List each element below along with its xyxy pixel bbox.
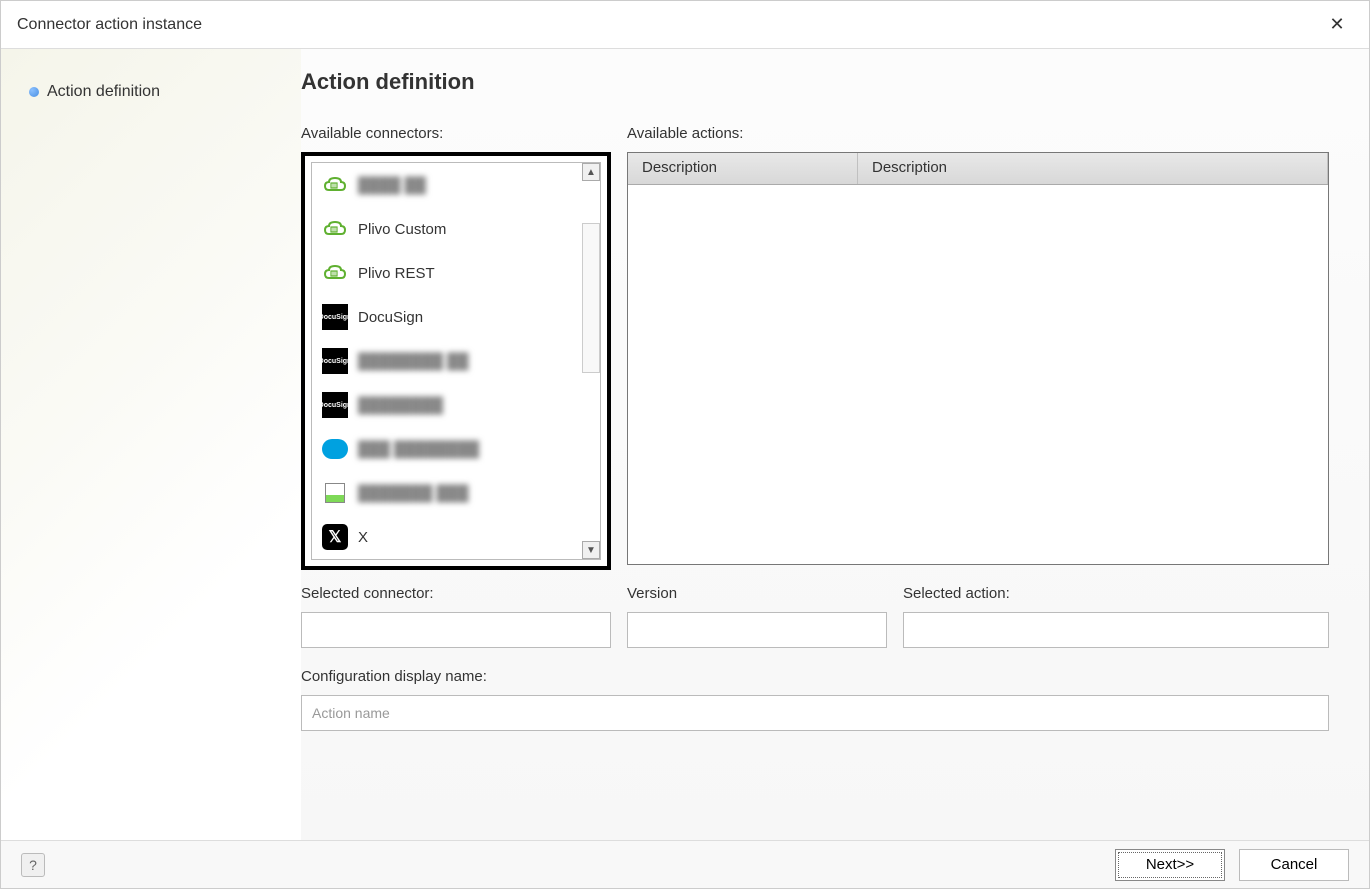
wizard-sidebar: Action definition [1,49,301,840]
step-dot-icon [29,87,39,97]
connector-icon-wrapper: DocuSign [322,304,348,330]
connector-item[interactable]: ███ ████████ [312,427,600,471]
actions-table[interactable]: Description Description [627,152,1329,565]
fields-row-1: Selected connector: Version Selected act… [301,585,1329,648]
version-input[interactable] [627,612,887,648]
selected-action-input[interactable] [903,612,1329,648]
available-connectors-label: Available connectors: [301,125,611,142]
sidebar-item-label: Action definition [47,83,160,101]
close-button[interactable]: ✕ [1321,9,1353,41]
actions-panel: Available actions: Description Descripti… [627,125,1329,565]
next-button[interactable]: Next>> [1115,849,1225,881]
available-actions-label: Available actions: [627,125,1329,142]
scroll-down-button[interactable]: ▼ [582,541,600,559]
table-header-description-1[interactable]: Description [628,153,858,184]
connectors-panel: Available connectors: ████ ██ Plivo Custo… [301,125,611,565]
connector-icon-wrapper [322,480,348,506]
cancel-button[interactable]: Cancel [1239,849,1349,881]
connector-icon-wrapper [322,260,348,286]
x-logo-icon: 𝕏 [322,524,348,550]
close-icon: ✕ [1329,14,1344,35]
connector-label: Plivo Custom [358,221,446,238]
connector-icon-wrapper [322,172,348,198]
image-icon [325,483,345,503]
actions-table-header: Description Description [628,153,1328,185]
version-group: Version [627,585,887,648]
connector-icon-wrapper [322,216,348,242]
help-button[interactable]: ? [21,853,45,877]
connector-item[interactable]: ████ ██ [312,163,600,207]
config-display-label: Configuration display name: [301,668,1329,685]
sidebar-item-action-definition[interactable]: Action definition [21,79,281,105]
titlebar-title: Connector action instance [17,16,202,34]
selected-connector-group: Selected connector: [301,585,611,648]
selected-connector-input[interactable] [301,612,611,648]
config-display-input[interactable] [301,695,1329,731]
version-label: Version [627,585,887,602]
scroll-thumb[interactable] [582,223,600,373]
selected-connector-label: Selected connector: [301,585,611,602]
cloud-green-icon [323,175,347,195]
connector-label: ████████ ██ [358,353,468,370]
footer-buttons: Next>> Cancel [1115,849,1349,881]
connectors-listbox[interactable]: ████ ██Plivo CustomPlivo RESTDocuSignDoc… [311,162,601,560]
connector-item[interactable]: ███████ ███ [312,471,600,515]
connector-item[interactable]: Plivo REST [312,251,600,295]
titlebar: Connector action instance ✕ [1,1,1369,49]
salesforce-icon [322,439,348,459]
connector-icon-wrapper: DocuSign [322,348,348,374]
selected-action-group: Selected action: [903,585,1329,648]
dialog-body: Action definition Action definition Avai… [1,49,1369,840]
connector-label: ███ ████████ [358,441,479,458]
connectors-highlight-frame: ████ ██Plivo CustomPlivo RESTDocuSignDoc… [301,152,611,570]
connector-icon-wrapper [322,436,348,462]
config-row: Configuration display name: [301,668,1329,731]
dialog-footer: ? Next>> Cancel [1,840,1369,888]
connector-label: Plivo REST [358,265,435,282]
connector-item[interactable]: DocuSign ████████ [312,383,600,427]
panels-row: Available connectors: ████ ██ Plivo Custo… [301,125,1329,565]
connector-label: X [358,529,368,546]
main-content: Action definition Available connectors: … [301,49,1369,840]
connector-item[interactable]: 𝕏X [312,515,600,559]
cloud-green-icon [323,219,347,239]
connector-item[interactable]: DocuSign DocuSign [312,295,600,339]
connector-label: ███████ ███ [358,485,468,502]
connector-label: ████ ██ [358,177,426,194]
connectors-list-content: ████ ██Plivo CustomPlivo RESTDocuSignDoc… [312,163,600,559]
selected-action-label: Selected action: [903,585,1329,602]
connector-item[interactable]: Plivo Custom [312,207,600,251]
docusign-icon: DocuSign [322,392,348,418]
connector-icon-wrapper: 𝕏 [322,524,348,550]
connector-icon-wrapper: DocuSign [322,392,348,418]
page-heading: Action definition [301,69,1329,95]
help-icon: ? [29,857,37,873]
cloud-green-icon [323,263,347,283]
docusign-icon: DocuSign [322,348,348,374]
dialog-window: Connector action instance ✕ Action defin… [0,0,1370,889]
connector-item[interactable]: DocuSign ████████ ██ [312,339,600,383]
scroll-up-button[interactable]: ▲ [582,163,600,181]
connector-label: DocuSign [358,309,423,326]
table-header-description-2[interactable]: Description [858,153,1328,184]
docusign-icon: DocuSign [322,304,348,330]
connector-label: ████████ [358,397,443,414]
